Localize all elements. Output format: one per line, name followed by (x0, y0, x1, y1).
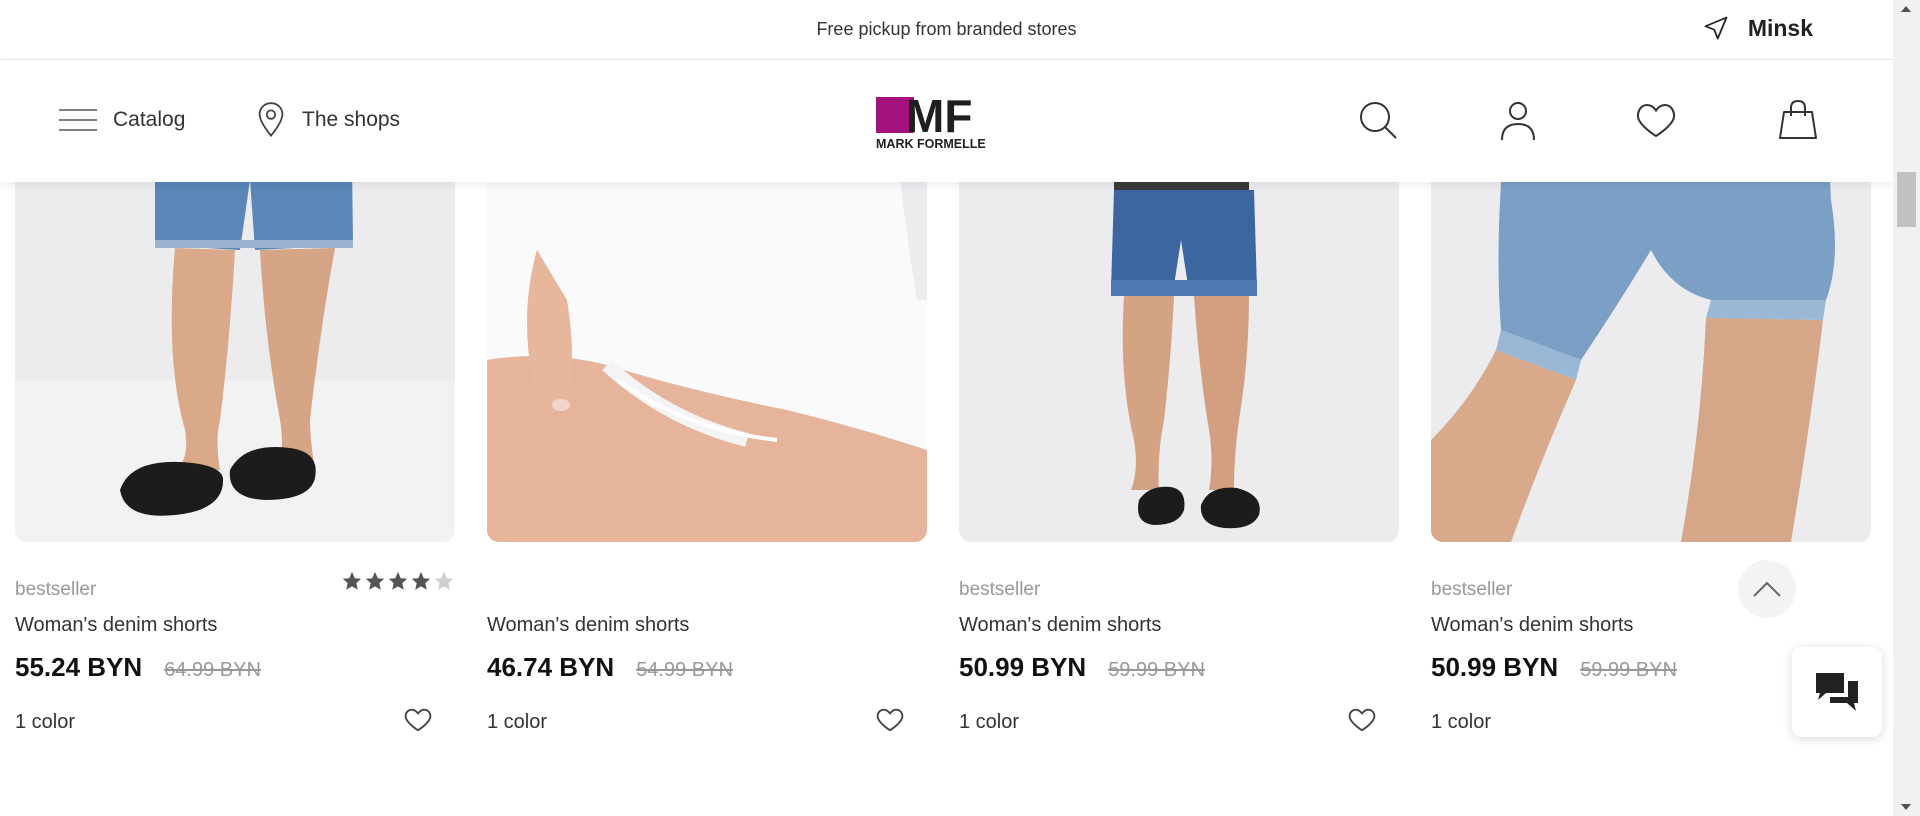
product-colors: 1 color (487, 711, 548, 733)
star-icon (342, 571, 362, 590)
promo-text: Free pickup from branded stores (816, 19, 1077, 39)
search-icon[interactable] (1356, 98, 1400, 142)
chat-bubbles-icon (1816, 673, 1858, 711)
shops-link[interactable]: The shops (256, 102, 400, 138)
star-icon (365, 571, 385, 590)
product-old-price: 59.99 BYN (1108, 659, 1205, 681)
heart-icon[interactable] (875, 704, 905, 734)
shops-label: The shops (302, 108, 401, 131)
scrollbar-thumb[interactable] (1897, 172, 1916, 227)
product-colors: 1 color (959, 711, 1020, 733)
heart-icon[interactable] (1347, 704, 1377, 734)
scroll-up-arrow-icon[interactable] (1901, 6, 1911, 12)
hamburger-icon (59, 109, 97, 131)
chat-widget-button[interactable] (1792, 647, 1882, 737)
product-name[interactable]: Woman's denim shorts (1431, 614, 1633, 637)
city-selector[interactable]: Minsk (1702, 14, 1813, 42)
navigation-arrow-icon (1704, 16, 1728, 40)
scroll-down-arrow-icon[interactable] (1901, 804, 1911, 810)
product-old-price: 54.99 BYN (636, 659, 733, 681)
city-name: Minsk (1747, 14, 1813, 41)
logo-subtext: MARK FORMELLE (876, 137, 986, 150)
promo-bar: Free pickup from branded stores Minsk (0, 0, 1893, 60)
product-old-price: 59.99 BYN (1580, 659, 1677, 681)
price-row: 50.99 BYN 59.99 BYN (1431, 652, 1677, 683)
shopping-bag-icon[interactable] (1776, 98, 1820, 142)
product-colors: 1 color (15, 711, 76, 733)
brand-logo[interactable]: MF MARK FORMELLE (876, 94, 1021, 150)
product-price: 50.99 BYN (1431, 652, 1559, 682)
product-price: 50.99 BYN (959, 652, 1087, 682)
price-row: 50.99 BYN 59.99 BYN (959, 652, 1205, 683)
logo-text: MF (906, 94, 972, 142)
bestseller-badge: bestseller (959, 579, 1041, 600)
product-name[interactable]: Woman's denim shorts (15, 614, 217, 637)
page-scrollbar[interactable] (1893, 0, 1920, 816)
catalog-label: Catalog (113, 108, 186, 131)
bestseller-badge: bestseller (15, 579, 97, 600)
rating-stars (341, 570, 455, 592)
price-row: 55.24 BYN 64.99 BYN (15, 652, 261, 683)
main-header: Catalog The shops MF MARK FORMELLE (0, 60, 1893, 182)
product-name[interactable]: Woman's denim shorts (959, 614, 1161, 637)
catalog-menu-button[interactable]: Catalog (59, 108, 185, 132)
product-price: 55.24 BYN (15, 652, 143, 682)
product-name[interactable]: Woman's denim shorts (487, 614, 689, 637)
product-colors: 1 color (1431, 711, 1492, 733)
product-old-price: 64.99 BYN (164, 659, 261, 681)
map-pin-icon (258, 102, 284, 137)
bestseller-badge: bestseller (1431, 579, 1513, 600)
star-empty-icon (434, 571, 454, 590)
heart-icon[interactable] (403, 704, 433, 734)
star-icon (411, 571, 431, 590)
wishlist-heart-icon[interactable] (1634, 98, 1678, 142)
price-row: 46.74 BYN 54.99 BYN (487, 652, 733, 683)
chevron-up-icon (1753, 581, 1781, 597)
scroll-to-top-button[interactable] (1738, 560, 1796, 618)
user-icon[interactable] (1496, 98, 1540, 142)
product-price: 46.74 BYN (487, 652, 615, 682)
star-icon (388, 571, 408, 590)
